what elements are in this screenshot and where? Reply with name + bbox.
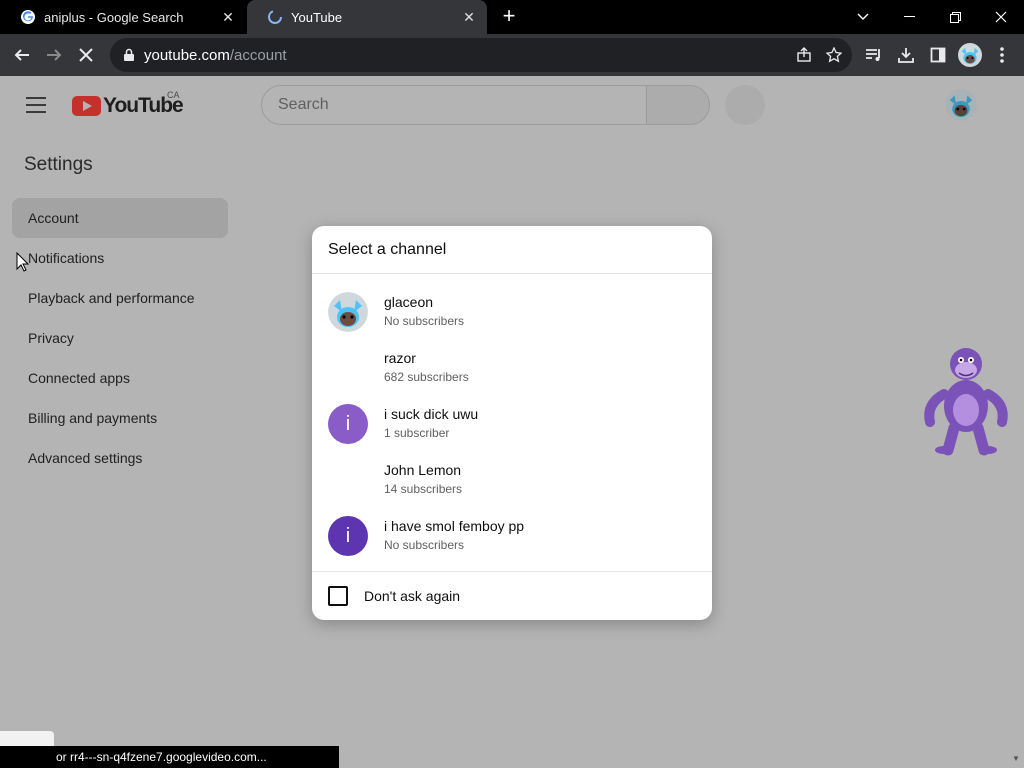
channel-item-5[interactable]: i i have smol femboy pp No subscribers [312,508,712,564]
star-icon[interactable] [826,47,842,63]
close-icon [79,48,93,62]
tab-google-search[interactable]: aniplus - Google Search ✕ [0,0,246,34]
bonzi-buddy-mascot[interactable] [924,344,1008,456]
lock-icon [124,48,134,61]
status-bar: or rr4---sn-q4fzene7.googlevideo.com... [0,746,339,768]
avatar[interactable] [945,89,977,121]
sidebar-item-advanced[interactable]: Advanced settings [12,438,228,478]
share-icon[interactable] [796,47,812,63]
address-bar[interactable]: youtube.com/account [110,38,852,72]
minimize-icon [903,16,915,17]
dont-ask-label[interactable]: Don't ask again [364,588,460,604]
playlist-icon [866,49,880,61]
channel-item-glaceon[interactable]: glaceon No subscribers [312,284,712,340]
arrow-left-icon [14,49,29,61]
minimize-button[interactable] [886,0,932,34]
channel-item-3[interactable]: i i suck dick uwu 1 subscriber [312,396,712,452]
url-text: youtube.com/account [144,47,796,64]
media-controls-button[interactable] [862,43,886,67]
avatar: i [328,404,368,444]
sidebar-item-account[interactable]: Account [12,198,228,238]
side-panel-icon [930,47,946,63]
close-window-button[interactable] [978,0,1024,34]
channel-subscribers: 14 subscribers [384,482,463,496]
play-icon [72,96,101,116]
menu-button[interactable] [990,43,1014,67]
channel-name: glaceon [384,294,434,310]
browser-toolbar: youtube.com/account [0,34,1024,76]
glaceon-avatar-icon [328,292,368,332]
search-input[interactable]: Search [261,85,647,125]
channel-name: John Lemon [384,462,462,478]
chevron-down-icon [857,13,869,20]
browser-tab-strip: aniplus - Google Search ✕ YouTube ✕ + [0,0,1024,34]
sidebar-item-connected-apps[interactable]: Connected apps [12,358,228,398]
channel-name: i have smol femboy pp [384,518,525,534]
page-title: Settings [24,154,93,175]
sidebar-item-notifications[interactable]: Notifications [12,238,228,278]
loading-icon [268,10,282,24]
download-icon [898,48,914,63]
forward-button[interactable] [42,43,66,67]
scroll-down-icon[interactable]: ▼ [1012,754,1022,764]
url-host: youtube.com [144,46,230,64]
arrow-right-icon [47,49,62,61]
url-path: /account [229,46,287,64]
sidebar-item-playback[interactable]: Playback and performance [12,278,228,318]
channel-item-john-lemon[interactable]: John Lemon 14 subscribers [312,452,712,508]
close-icon[interactable]: ✕ [461,9,477,26]
voice-search-button[interactable] [725,85,765,125]
glaceon-avatar-icon [958,43,982,67]
sidebar-item-privacy[interactable]: Privacy [12,318,228,358]
close-icon[interactable]: ✕ [220,9,236,26]
channel-subscribers: 682 subscribers [384,370,469,384]
channel-subscribers: No subscribers [384,538,465,552]
search-placeholder: Search [278,96,329,113]
restore-icon [949,11,961,23]
tab-youtube[interactable]: YouTube ✕ [247,0,487,34]
avatar: i [328,516,368,556]
close-icon [995,11,1007,23]
channel-subscribers: 1 subscriber [384,426,450,440]
more-vert-icon [1000,47,1004,63]
channel-name: i suck dick uwu [384,406,479,422]
stop-button[interactable] [74,43,98,67]
select-channel-dialog: Select a channel glaceon No subscribers … [312,226,712,620]
channel-subscribers: No subscribers [384,314,465,328]
new-tab-button[interactable]: + [498,5,520,27]
glaceon-avatar-icon [945,89,977,121]
dont-ask-checkbox[interactable] [328,586,348,606]
mouse-cursor-icon [16,252,30,272]
downloads-button[interactable] [894,43,918,67]
search-button[interactable] [646,85,710,125]
sidebar-item-billing[interactable]: Billing and payments [12,398,228,438]
tab-title: aniplus - Google Search [44,9,184,25]
profile-button[interactable] [958,43,982,67]
restore-button[interactable] [932,0,978,34]
back-button[interactable] [10,43,34,67]
dialog-footer: Don't ask again [312,571,712,620]
menu-icon[interactable] [26,97,46,113]
channel-item-razor[interactable]: razor 682 subscribers [312,340,712,396]
dialog-title: Select a channel [312,226,712,274]
side-panel-button[interactable] [926,43,950,67]
region-code: CA [167,90,180,100]
youtube-logo[interactable]: YouTube CA [72,90,184,118]
tab-search-button[interactable] [840,0,886,34]
settings-nav: Account Notifications Playback and perfo… [12,198,228,478]
channel-name: razor [384,350,416,366]
google-icon [21,10,35,24]
avatar [328,292,368,332]
tab-title: YouTube [291,9,343,25]
